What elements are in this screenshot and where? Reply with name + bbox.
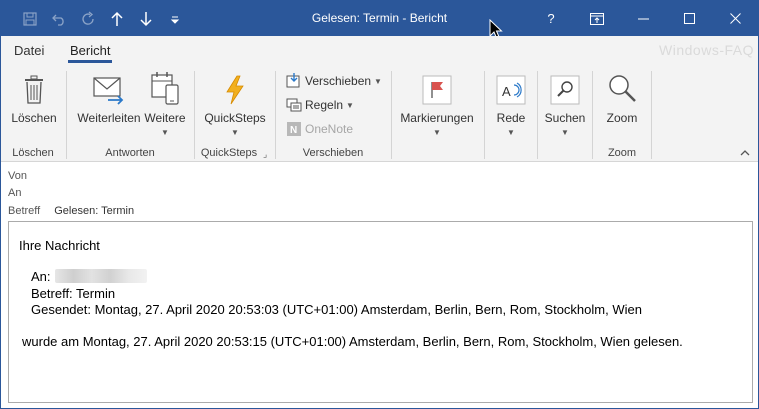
forward-label: Weiterleiten <box>77 111 141 125</box>
quicksteps-button[interactable]: QuickSteps ▼ <box>202 69 268 137</box>
to-label: An <box>8 187 22 199</box>
move-label: Verschieben <box>305 74 372 88</box>
quicksteps-label: QuickSteps <box>204 111 266 125</box>
ribbon-separator <box>391 71 392 159</box>
svg-text:N: N <box>290 125 297 136</box>
onenote-label: OneNote <box>305 122 354 136</box>
rules-label: Regeln <box>305 98 344 112</box>
message-subject-line: Betreff: Termin <box>31 286 116 301</box>
quicksteps-dialog-launcher-icon[interactable]: ⌟ <box>263 149 267 160</box>
tab-bericht[interactable]: Bericht <box>67 43 113 63</box>
ribbon-display-icon <box>590 12 604 25</box>
close-button[interactable] <box>712 1 758 36</box>
message-window: Gelesen: Termin - Bericht ? Datei Berich… <box>0 0 759 409</box>
delete-button[interactable]: Löschen <box>9 69 59 125</box>
tab-datei[interactable]: Datei <box>14 43 44 58</box>
onenote-icon: N <box>287 122 301 136</box>
from-field: Von <box>8 170 27 182</box>
redacted-recipient <box>54 269 147 283</box>
arrow-up-icon[interactable] <box>102 1 131 36</box>
customize-qat-icon[interactable] <box>160 1 189 36</box>
message-body[interactable]: Ihre Nachricht An: Betreff: Termin Gesen… <box>8 221 753 403</box>
find-label: Suchen <box>544 111 586 125</box>
chevron-down-icon: ▼ <box>507 128 515 137</box>
move-button[interactable]: Verschieben ▼ <box>286 73 382 89</box>
help-button[interactable]: ? <box>528 1 574 36</box>
chevron-down-icon: ▼ <box>161 128 169 137</box>
chevron-down-icon: ▼ <box>231 128 239 137</box>
tags-button[interactable]: Markierungen ▼ <box>397 69 477 137</box>
group-label-antworten: Antworten <box>105 147 155 159</box>
minimize-button[interactable] <box>620 1 666 36</box>
maximize-icon <box>683 13 695 24</box>
to-field: An <box>8 187 21 199</box>
more-respond-label: Weitere <box>144 111 186 125</box>
help-label: ? <box>547 11 555 26</box>
window-controls: ? <box>528 1 758 36</box>
trash-icon <box>25 75 43 104</box>
message-to-label: An: <box>31 269 51 284</box>
group-label-verschieben: Verschieben <box>302 147 364 159</box>
find-button[interactable]: Suchen ▼ <box>542 69 588 137</box>
close-icon <box>729 13 741 24</box>
ribbon-separator <box>194 71 195 159</box>
forward-mail-icon <box>93 77 124 105</box>
onenote-button[interactable]: N OneNote <box>286 121 353 137</box>
message-intro: Ihre Nachricht <box>19 238 100 253</box>
arrow-down-icon[interactable] <box>131 1 160 36</box>
message-to-line: An: <box>31 269 147 284</box>
maximize-button[interactable] <box>666 1 712 36</box>
more-respond-icon <box>151 72 179 105</box>
from-label: Von <box>8 170 27 182</box>
read-aloud-label: Rede <box>496 111 526 125</box>
group-label-zoom: Zoom <box>607 147 637 159</box>
title-bar: Gelesen: Termin - Bericht ? <box>1 1 758 40</box>
read-aloud-button[interactable]: A Rede ▼ <box>491 69 531 137</box>
watermark: Windows-FAQ <box>659 42 754 58</box>
zoom-button[interactable]: Zoom <box>599 69 645 125</box>
chevron-down-icon: ▼ <box>346 100 354 110</box>
tags-label: Markierungen <box>400 111 474 125</box>
magnifier-icon <box>609 75 636 102</box>
message-read-line: wurde am Montag, 27. April 2020 20:53:15… <box>22 334 683 349</box>
group-label-loeschen: Löschen <box>12 147 54 159</box>
collapse-ribbon-icon[interactable] <box>740 147 750 159</box>
message-sent-line: Gesendet: Montag, 27. April 2020 20:53:0… <box>31 302 642 317</box>
ribbon-separator <box>651 71 652 159</box>
move-icon <box>286 73 300 88</box>
subject-value: Gelesen: Termin <box>54 205 135 217</box>
ribbon-separator <box>484 71 485 159</box>
lightning-icon <box>226 75 244 105</box>
group-label-quicksteps: QuickSteps <box>200 147 258 159</box>
ribbon-display-options-button[interactable] <box>574 1 620 36</box>
rules-button[interactable]: Regeln ▼ <box>286 97 354 113</box>
forward-button[interactable]: Weiterleiten <box>75 69 143 125</box>
flag-icon <box>422 75 452 105</box>
rules-icon <box>286 98 302 112</box>
ribbon-separator <box>275 71 276 159</box>
ribbon-separator <box>592 71 593 159</box>
more-respond-button[interactable]: Weitere ▼ <box>143 69 187 137</box>
chevron-down-icon: ▼ <box>561 128 569 137</box>
undo-icon[interactable] <box>44 1 73 36</box>
redo-icon[interactable] <box>73 1 102 36</box>
window-title: Gelesen: Termin - Bericht <box>311 11 448 25</box>
chevron-down-icon: ▼ <box>433 128 441 137</box>
svg-text:A: A <box>502 84 511 99</box>
zoom-label: Zoom <box>606 111 638 125</box>
ribbon-separator <box>537 71 538 159</box>
quick-access-toolbar <box>15 1 189 36</box>
ribbon-separator <box>66 71 67 159</box>
ribbon-tabs: Datei Bericht Windows-FAQ <box>1 36 758 65</box>
chevron-down-icon: ▼ <box>374 76 382 86</box>
subject-field: Betreff Gelesen: Termin <box>8 205 134 217</box>
read-aloud-icon: A <box>496 75 526 105</box>
subject-label: Betreff <box>8 205 41 217</box>
ribbon: Löschen Löschen Weiterleiten Weitere ▼ A… <box>1 65 758 162</box>
minimize-icon <box>637 18 649 19</box>
save-icon[interactable] <box>15 1 44 36</box>
delete-label: Löschen <box>11 111 57 125</box>
find-icon <box>550 75 580 105</box>
